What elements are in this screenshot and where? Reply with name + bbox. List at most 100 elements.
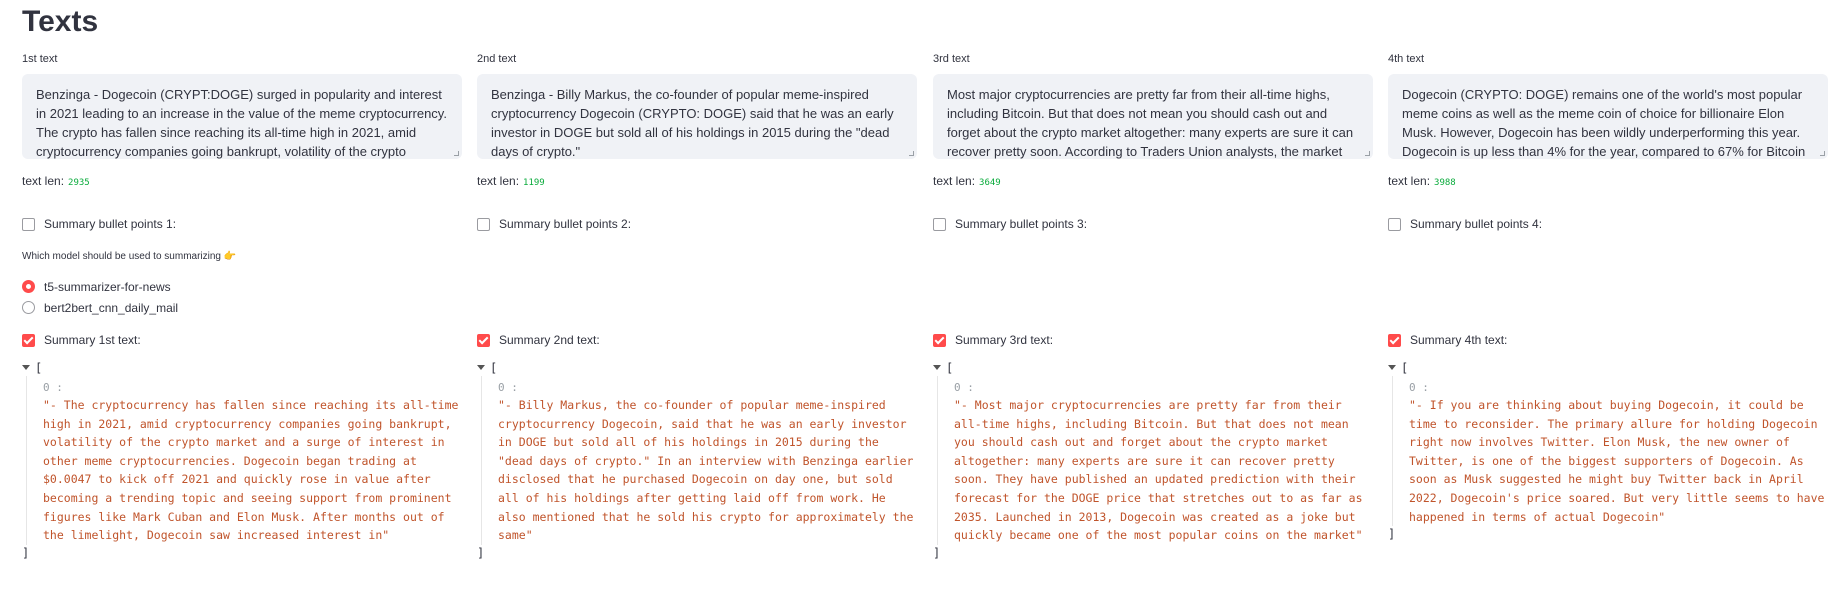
model-select-label: Which model should be used to summarizin… xyxy=(22,251,237,262)
text-len-label: text len: xyxy=(933,174,976,188)
summary-checkbox-row-2[interactable]: Summary 2nd text: xyxy=(477,332,917,348)
json-open-row-4[interactable]: [ xyxy=(1388,360,1828,376)
json-open-bracket: [ xyxy=(35,361,43,375)
json-value-1: "- The cryptocurrency has fallen since r… xyxy=(43,398,459,543)
json-open-row-2[interactable]: [ xyxy=(477,360,917,376)
text-len-value-2: 1199 xyxy=(523,178,545,188)
summary-row-2: Summary 2nd text: xyxy=(477,332,917,348)
text-area-3-content[interactable]: Most major cryptocurrencies are pretty f… xyxy=(947,85,1359,159)
summary-checkbox-1[interactable] xyxy=(22,333,35,347)
summary-json-1: [ 0 : "- The cryptocurrency has fallen s… xyxy=(22,360,462,561)
caret-down-icon[interactable] xyxy=(933,364,941,370)
bullets-row-3: Summary bullet points 3: xyxy=(933,216,1373,232)
text-area-label-2: 2nd text xyxy=(477,53,517,65)
json-open-bracket: [ xyxy=(946,361,954,375)
bullets-checkbox-label-2[interactable]: Summary bullet points 2: xyxy=(499,216,631,232)
json-key-4: 0 : xyxy=(1409,381,1429,394)
text-column-3: 3rd text Most major cryptocurrencies are… xyxy=(933,52,1373,189)
model-radio-group: t5-summarizer-for-news bert2bert_cnn_dai… xyxy=(22,276,178,318)
bullets-checkbox-label-1[interactable]: Summary bullet points 1: xyxy=(44,216,176,232)
json-body-1: 0 : "- The cryptocurrency has fallen sin… xyxy=(26,376,462,545)
text-len-label: text len: xyxy=(22,174,65,188)
bullets-checkbox-3[interactable] xyxy=(933,217,946,231)
summary-row-3: Summary 3rd text: xyxy=(933,332,1373,348)
bullets-checkbox-row-4[interactable]: Summary bullet points 4: xyxy=(1388,216,1828,232)
summary-checkbox-label-4[interactable]: Summary 4th text: xyxy=(1410,332,1507,348)
json-value-4: "- If you are thinking about buying Doge… xyxy=(1409,398,1825,524)
caret-down-icon[interactable] xyxy=(22,364,30,370)
text-len-value-3: 3649 xyxy=(979,178,1001,188)
json-value-3: "- Most major cryptocurrencies are prett… xyxy=(954,398,1363,543)
json-open-row-3[interactable]: [ xyxy=(933,360,1373,376)
summary-checkbox-label-1[interactable]: Summary 1st text: xyxy=(44,332,141,348)
summary-checkbox-label-2[interactable]: Summary 2nd text: xyxy=(499,332,600,348)
caret-down-icon[interactable] xyxy=(1388,364,1396,370)
json-body-2: 0 : "- Billy Markus, the co-founder of p… xyxy=(481,376,917,545)
json-close-bracket: ] xyxy=(1388,527,1396,542)
radio-option-label[interactable]: bert2bert_cnn_daily_mail xyxy=(44,301,178,315)
json-key-3: 0 : xyxy=(954,381,974,394)
bullets-checkbox-label-4[interactable]: Summary bullet points 4: xyxy=(1410,216,1542,232)
summary-checkbox-3[interactable] xyxy=(933,333,946,347)
summary-json-4: [ 0 : "- If you are thinking about buyin… xyxy=(1388,360,1828,542)
summary-row-1: Summary 1st text: xyxy=(22,332,462,348)
text-column-2: 2nd text Benzinga - Billy Markus, the co… xyxy=(477,52,917,189)
summary-checkbox-row-4[interactable]: Summary 4th text: xyxy=(1388,332,1828,348)
json-key-2: 0 : xyxy=(498,381,518,394)
bullets-row-2: Summary bullet points 2: xyxy=(477,216,917,232)
radio-option-t5[interactable]: t5-summarizer-for-news xyxy=(22,276,178,297)
text-area-1[interactable]: Benzinga - Dogecoin (CRYPT:DOGE) surged … xyxy=(22,74,462,159)
json-close-bracket: ] xyxy=(22,545,30,560)
json-key-1: 0 : xyxy=(43,381,63,394)
summary-checkbox-4[interactable] xyxy=(1388,333,1401,347)
summary-checkbox-label-3[interactable]: Summary 3rd text: xyxy=(955,332,1053,348)
resize-grip-icon[interactable] xyxy=(1820,151,1825,156)
resize-grip-icon[interactable] xyxy=(1365,151,1370,156)
summary-checkbox-2[interactable] xyxy=(477,333,490,347)
text-area-4[interactable]: Dogecoin (CRYPTO: DOGE) remains one of t… xyxy=(1388,74,1828,159)
bullets-checkbox-2[interactable] xyxy=(477,217,490,231)
summary-checkbox-row-1[interactable]: Summary 1st text: xyxy=(22,332,462,348)
json-body-4: 0 : "- If you are thinking about buying … xyxy=(1392,376,1828,527)
json-body-3: 0 : "- Most major cryptocurrencies are p… xyxy=(937,376,1373,545)
text-area-label-4: 4th text xyxy=(1388,53,1425,65)
radio-selected-icon[interactable] xyxy=(22,280,35,293)
text-area-3[interactable]: Most major cryptocurrencies are pretty f… xyxy=(933,74,1373,159)
radio-option-label[interactable]: t5-summarizer-for-news xyxy=(44,280,171,294)
summary-checkbox-row-3[interactable]: Summary 3rd text: xyxy=(933,332,1373,348)
text-len-1: text len: 2935 xyxy=(22,173,462,189)
json-open-bracket: [ xyxy=(1401,361,1409,375)
radio-option-bert2bert[interactable]: bert2bert_cnn_daily_mail xyxy=(22,297,178,318)
summary-json-3: [ 0 : "- Most major cryptocurrencies are… xyxy=(933,360,1373,561)
page-title: Texts xyxy=(22,5,99,38)
bullets-row-4: Summary bullet points 4: xyxy=(1388,216,1828,232)
bullets-checkbox-label-3[interactable]: Summary bullet points 3: xyxy=(955,216,1087,232)
text-area-2-content[interactable]: Benzinga - Billy Markus, the co-founder … xyxy=(491,85,903,159)
text-area-1-content[interactable]: Benzinga - Dogecoin (CRYPT:DOGE) surged … xyxy=(36,85,448,159)
bullets-checkbox-row-2[interactable]: Summary bullet points 2: xyxy=(477,216,917,232)
text-area-label-3: 3rd text xyxy=(933,53,970,65)
bullets-row-1: Summary bullet points 1: xyxy=(22,216,462,232)
text-len-value-4: 3988 xyxy=(1434,178,1456,188)
summary-json-2: [ 0 : "- Billy Markus, the co-founder of… xyxy=(477,360,917,561)
summary-row-4: Summary 4th text: xyxy=(1388,332,1828,348)
json-open-bracket: [ xyxy=(490,361,498,375)
bullets-checkbox-4[interactable] xyxy=(1388,217,1401,231)
json-open-row-1[interactable]: [ xyxy=(22,360,462,376)
text-len-value-1: 2935 xyxy=(68,178,90,188)
bullets-checkbox-1[interactable] xyxy=(22,217,35,231)
json-value-2: "- Billy Markus, the co-founder of popul… xyxy=(498,398,914,543)
bullets-checkbox-row-3[interactable]: Summary bullet points 3: xyxy=(933,216,1373,232)
text-area-2[interactable]: Benzinga - Billy Markus, the co-founder … xyxy=(477,74,917,159)
radio-unselected-icon[interactable] xyxy=(22,301,35,314)
resize-grip-icon[interactable] xyxy=(454,151,459,156)
text-len-label: text len: xyxy=(477,174,520,188)
json-close-bracket: ] xyxy=(933,545,941,560)
resize-grip-icon[interactable] xyxy=(909,151,914,156)
text-len-label: text len: xyxy=(1388,174,1431,188)
text-area-4-content[interactable]: Dogecoin (CRYPTO: DOGE) remains one of t… xyxy=(1402,85,1814,159)
text-len-2: text len: 1199 xyxy=(477,173,917,189)
bullets-checkbox-row-1[interactable]: Summary bullet points 1: xyxy=(22,216,462,232)
text-column-4: 4th text Dogecoin (CRYPTO: DOGE) remains… xyxy=(1388,52,1828,189)
caret-down-icon[interactable] xyxy=(477,364,485,370)
